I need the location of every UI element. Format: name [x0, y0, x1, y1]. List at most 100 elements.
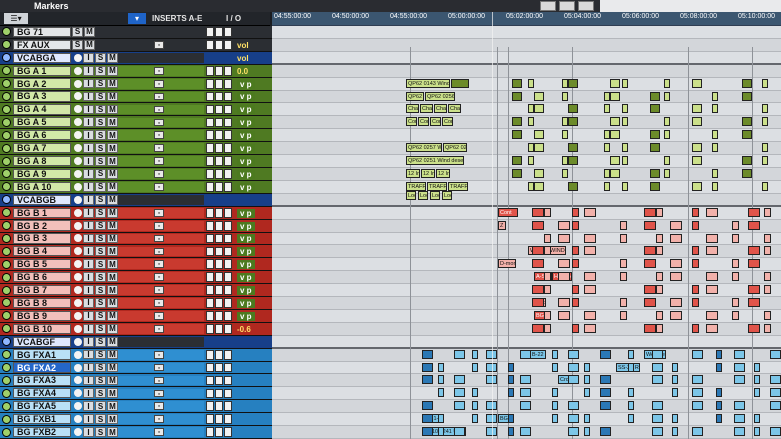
audio-clip[interactable]	[620, 220, 627, 230]
record-enable-icon[interactable]	[74, 144, 82, 153]
io-button[interactable]	[224, 65, 232, 76]
track-select-icon[interactable]	[2, 298, 11, 308]
io-button[interactable]	[215, 233, 223, 244]
input-monitor-button[interactable]: I	[83, 298, 94, 308]
window-button[interactable]	[578, 1, 594, 11]
track-row[interactable]: BG B 8 I S M ▫ v p	[0, 297, 272, 310]
audio-clip[interactable]	[544, 272, 551, 282]
insert-slots[interactable]: ▫	[118, 182, 204, 192]
audio-clip[interactable]	[706, 246, 718, 256]
audio-clip[interactable]	[716, 388, 722, 398]
track-lane[interactable]	[272, 90, 781, 104]
track-name[interactable]: BG B 8	[13, 297, 71, 309]
io-button[interactable]	[215, 375, 223, 386]
track-select-icon[interactable]	[2, 208, 11, 218]
track-select-icon[interactable]	[2, 53, 11, 63]
record-enable-icon[interactable]	[74, 221, 82, 230]
insert-slots[interactable]: ▫	[118, 156, 204, 166]
input-monitor-button[interactable]: I	[83, 246, 94, 257]
mute-button[interactable]: M	[107, 91, 118, 102]
input-monitor-button[interactable]: I	[83, 285, 94, 295]
volume-readout[interactable]: v p	[237, 234, 255, 244]
insert-slot[interactable]: ▫	[154, 234, 164, 243]
mute-button[interactable]: M	[107, 362, 118, 373]
track-lane[interactable]	[272, 232, 781, 246]
volume-readout[interactable]: v p	[237, 105, 255, 115]
insert-slots[interactable]: ▫	[118, 91, 204, 102]
track-row[interactable]: BG B 4 I S M ▫ v p	[0, 245, 272, 259]
track-select-icon[interactable]	[2, 324, 11, 334]
audio-clip[interactable]: Chain	[406, 104, 419, 114]
audio-clip[interactable]	[628, 401, 634, 411]
audio-clip[interactable]	[544, 310, 551, 320]
io-button[interactable]	[206, 40, 214, 50]
io-button[interactable]	[215, 362, 223, 373]
track-row[interactable]: VCABGF I S M	[0, 335, 272, 349]
audio-clip[interactable]	[532, 323, 544, 333]
audio-clip[interactable]: QP62 0251 Wind desert rock	[406, 156, 464, 166]
audio-clip[interactable]	[770, 388, 781, 398]
input-monitor-button[interactable]: I	[83, 220, 94, 231]
audio-clip[interactable]: Chain	[420, 104, 433, 114]
audio-clip[interactable]	[692, 156, 702, 166]
record-enable-icon[interactable]	[74, 311, 82, 320]
audio-clip[interactable]	[584, 207, 596, 217]
io-button[interactable]	[206, 298, 214, 308]
audio-clip[interactable]	[620, 259, 627, 269]
insert-slots[interactable]: ▫	[118, 375, 204, 386]
audio-clip[interactable]	[656, 233, 663, 243]
audio-clip[interactable]	[692, 143, 702, 153]
volume-readout[interactable]: v p	[237, 298, 255, 308]
audio-clip[interactable]	[748, 298, 760, 308]
audio-clip[interactable]	[742, 91, 752, 101]
audio-clip[interactable]	[508, 362, 514, 372]
audio-clip[interactable]	[438, 362, 444, 372]
io-selectors[interactable]	[206, 285, 232, 296]
audio-clip[interactable]	[512, 91, 522, 101]
audio-clip[interactable]	[656, 285, 663, 295]
track-name[interactable]: BG FXA4	[13, 388, 71, 399]
io-selectors[interactable]	[206, 388, 232, 399]
audio-clip[interactable]	[706, 323, 718, 333]
io-selectors[interactable]	[206, 324, 232, 334]
audio-clip[interactable]	[622, 104, 628, 114]
io-button[interactable]	[224, 78, 232, 89]
audio-clip[interactable]	[644, 207, 656, 217]
audio-clip[interactable]	[770, 427, 781, 437]
track-row[interactable]: BG A 3 I S M ▫ v p	[0, 90, 272, 104]
track-select-icon[interactable]	[2, 363, 11, 373]
audio-clip[interactable]	[508, 427, 514, 437]
audio-clip[interactable]	[734, 349, 745, 359]
io-button[interactable]	[206, 130, 214, 141]
solo-button[interactable]: S	[95, 362, 106, 373]
audio-clip[interactable]	[532, 207, 544, 217]
audio-clip[interactable]: Cor	[430, 117, 441, 127]
volume-readout[interactable]: v p	[237, 286, 255, 296]
track-lane[interactable]	[272, 206, 781, 220]
audio-clip[interactable]	[568, 349, 579, 359]
io-button[interactable]	[224, 401, 232, 412]
io-selectors[interactable]	[206, 117, 232, 128]
audio-clip[interactable]: QP62 0257 W	[406, 143, 442, 153]
insert-slots[interactable]: ▫	[118, 233, 204, 244]
audio-clip[interactable]	[716, 401, 722, 411]
insert-slots[interactable]: ▫	[118, 298, 204, 308]
insert-slot[interactable]: ▫	[154, 363, 164, 372]
track-select-icon[interactable]	[2, 272, 11, 282]
audio-clip[interactable]	[754, 375, 760, 385]
audio-clip[interactable]	[734, 427, 745, 437]
audio-clip[interactable]	[748, 285, 760, 295]
input-monitor-button[interactable]: I	[83, 362, 94, 373]
audio-clip[interactable]	[734, 401, 745, 411]
insert-slot[interactable]: ▫	[154, 286, 164, 294]
record-enable-icon[interactable]	[74, 337, 82, 346]
audio-clip[interactable]	[534, 168, 544, 178]
io-button[interactable]	[224, 298, 232, 308]
audio-clip[interactable]	[438, 414, 444, 424]
track-row[interactable]: BG B 9 I S M ▫ v p	[0, 309, 272, 323]
audio-clip[interactable]	[764, 246, 771, 256]
track-row[interactable]: VCABGA I S Mvol	[0, 51, 272, 65]
audio-clip[interactable]	[610, 168, 620, 178]
insert-slots[interactable]: ▫	[118, 104, 204, 115]
audio-clip[interactable]	[610, 91, 620, 101]
